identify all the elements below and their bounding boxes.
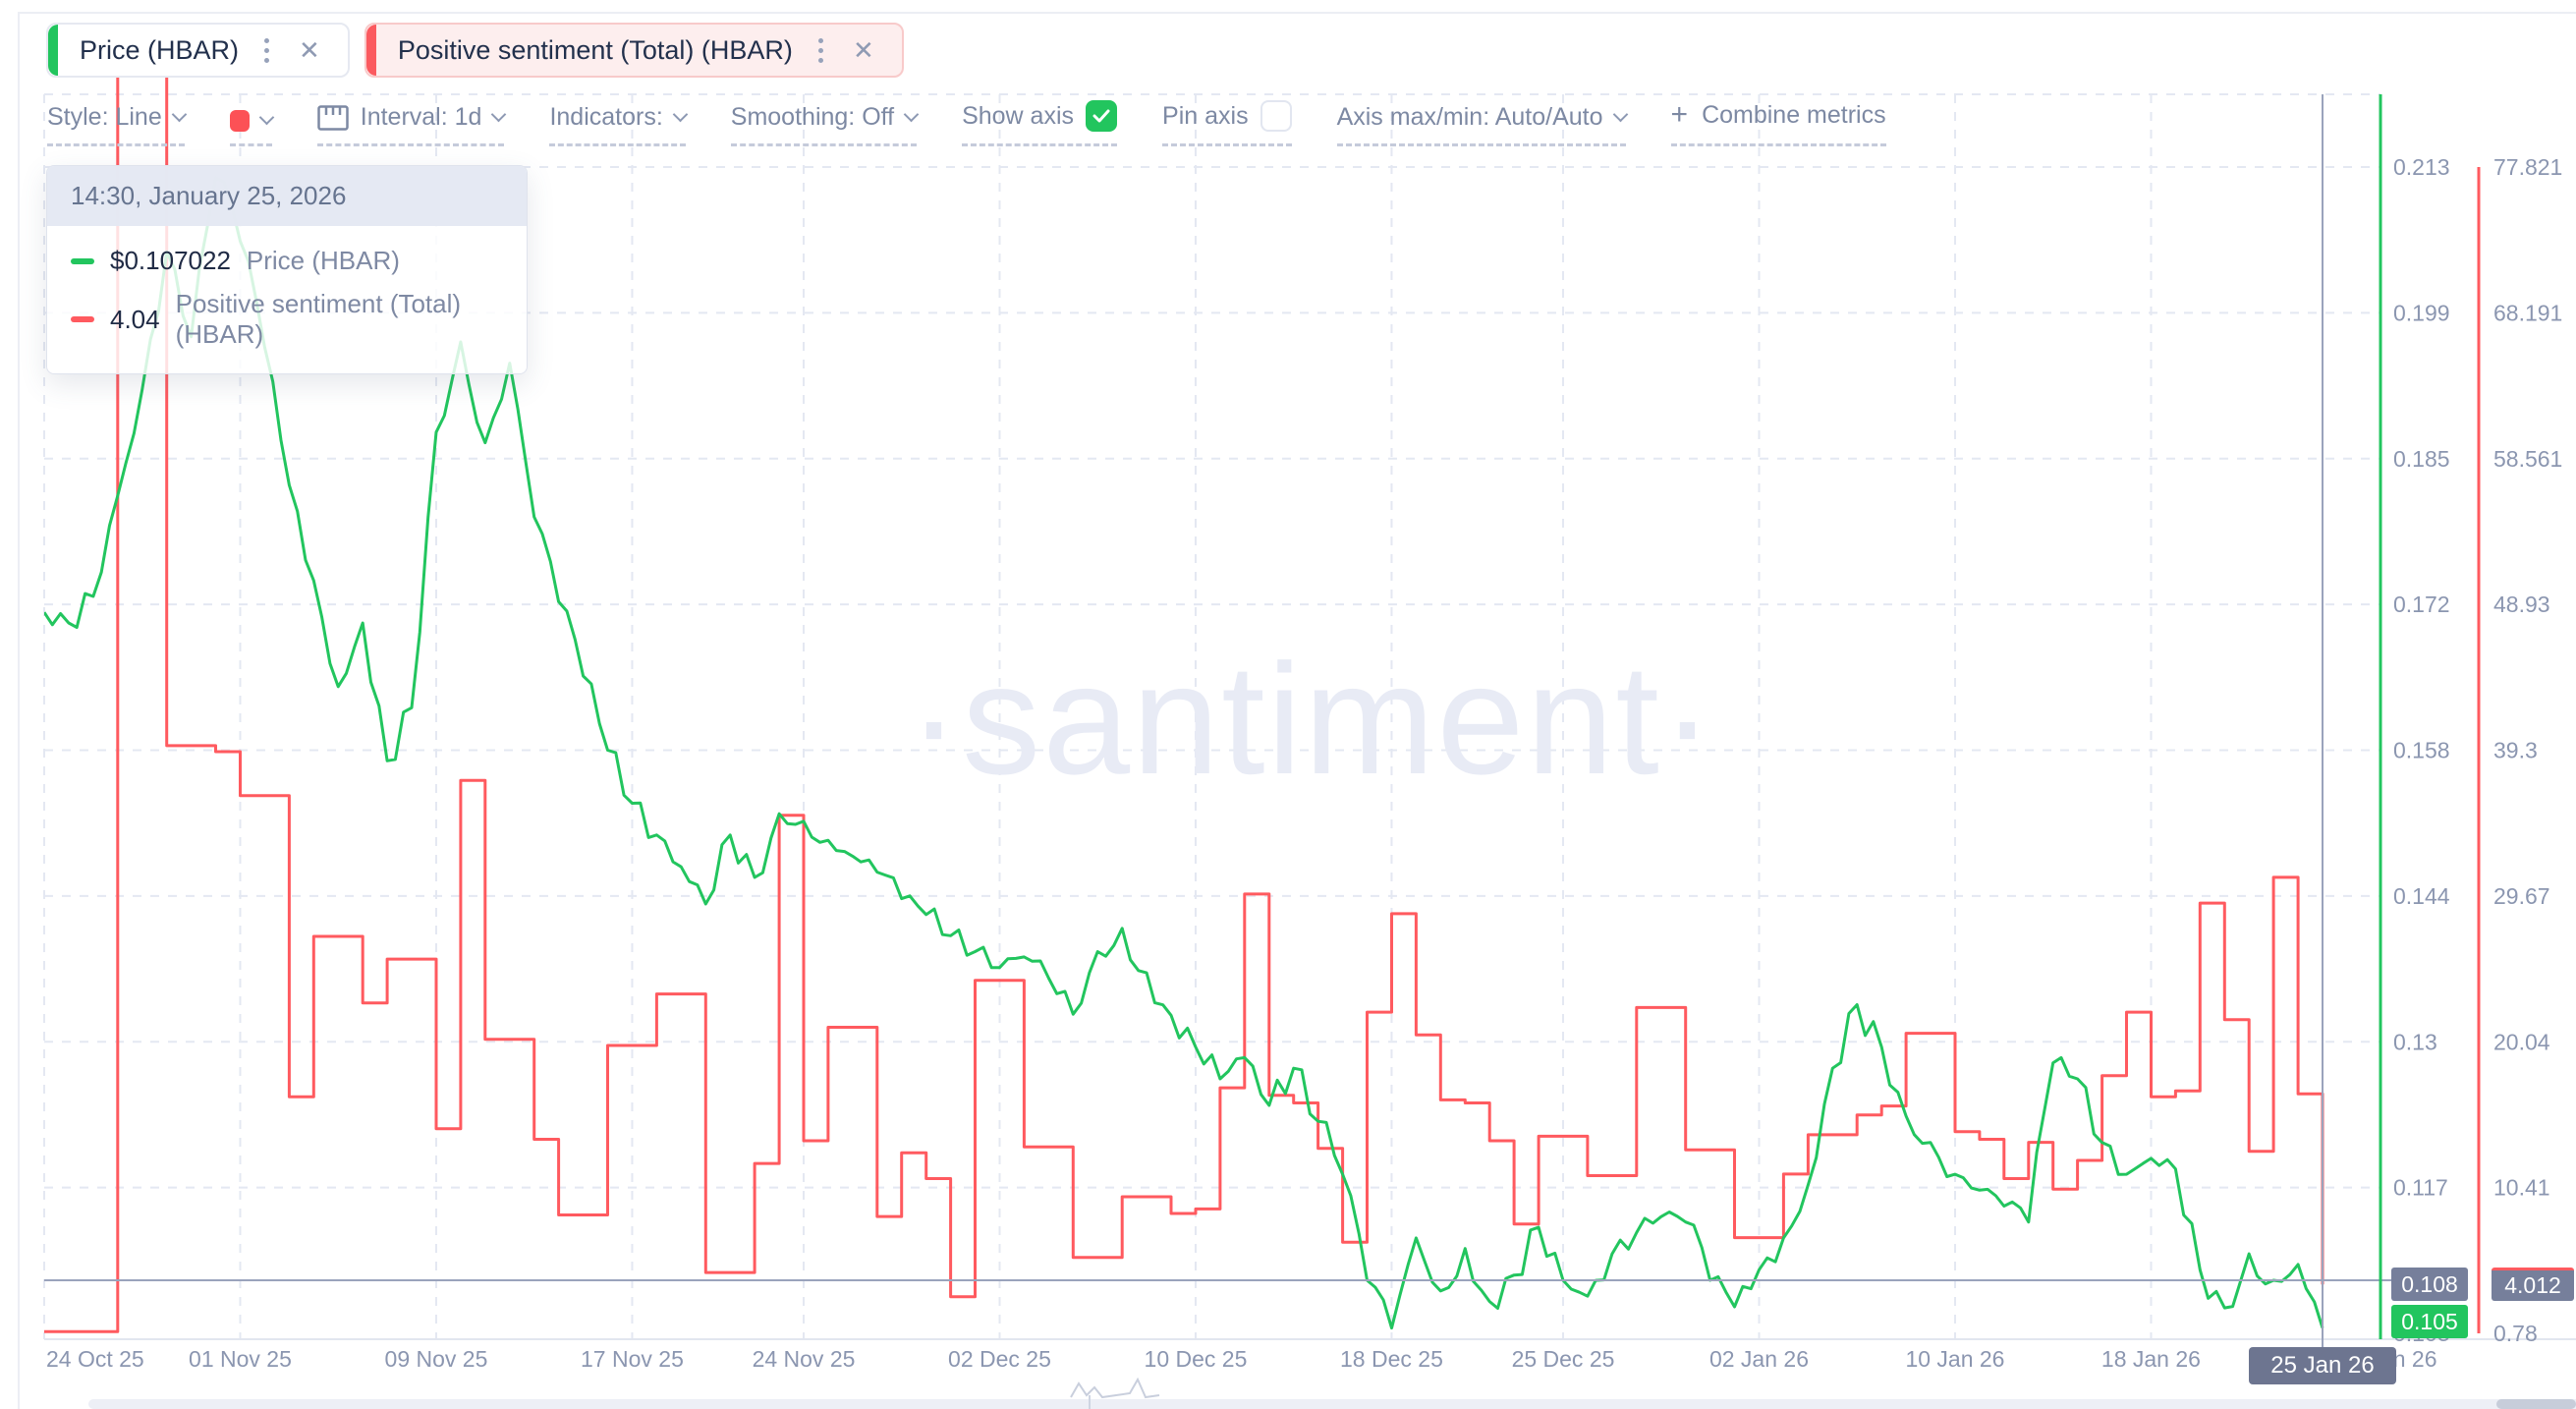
interval-label: Interval: 1d [361, 103, 482, 132]
tab-positive-sentiment-hbar[interactable]: Positive sentiment (Total) (HBAR) ✕ [364, 23, 904, 78]
axis-tick-label: 25 Dec 25 [1512, 1346, 1615, 1372]
pin-axis-checkbox[interactable] [1260, 100, 1292, 132]
axis-tick-label: 0.185 [2393, 446, 2450, 472]
axis-tick-label: 0.172 [2393, 592, 2450, 617]
plus-icon: + [1671, 98, 1689, 132]
combine-metrics-button[interactable]: + Combine metrics [1671, 98, 1886, 146]
tab-sentiment-label: Positive sentiment (Total) (HBAR) [398, 35, 793, 66]
chevron-down-icon [673, 106, 689, 122]
axis-tick-label: 10 Jan 26 [1905, 1346, 2004, 1372]
axis-tick-label: 0.199 [2393, 300, 2450, 325]
crosshair-date-badge: 25 Jan 26 [2249, 1347, 2396, 1384]
axis-tick-label: 01 Nov 25 [189, 1346, 292, 1372]
panel-top-border [18, 12, 2576, 14]
axis-tick-label: 39.3 [2493, 738, 2538, 763]
style-selector[interactable]: Style: Line [47, 103, 185, 146]
axis-maxmin-label: Axis max/min: Auto/Auto [1337, 103, 1603, 132]
axis-tick-label: 0.158 [2393, 738, 2450, 763]
style-label: Style: Line [47, 103, 162, 132]
axis-tick-label: 0.13 [2393, 1029, 2437, 1054]
metric-tabs: Price (HBAR) ✕ Positive sentiment (Total… [46, 23, 904, 78]
show-axis-checkbox[interactable] [1086, 100, 1117, 132]
smoothing-label: Smoothing: Off [731, 103, 894, 132]
tooltip-sentiment-value: 4.04 [110, 305, 160, 335]
close-icon[interactable]: ✕ [295, 35, 324, 66]
axis-tick-label: 10 Dec 25 [1145, 1346, 1248, 1372]
interval-selector[interactable]: Interval: 1d [317, 103, 505, 146]
tooltip-row-sentiment: 4.04 Positive sentiment (Total) (HBAR) [71, 289, 503, 350]
price-crosshair-badge: 0.108 [2391, 1268, 2468, 1301]
axis-tick-label: 0.213 [2393, 154, 2450, 180]
axis-tick-label: 77.821 [2493, 154, 2562, 180]
close-icon[interactable]: ✕ [849, 35, 878, 66]
sentiment-series-marker [71, 316, 94, 322]
chevron-down-icon [171, 106, 187, 122]
combine-metrics-label: Combine metrics [1702, 101, 1886, 130]
tab-price-label: Price (HBAR) [80, 35, 239, 66]
scrollbar-preview-sparkline [1071, 1380, 1159, 1397]
kebab-menu-icon[interactable] [258, 34, 275, 67]
pin-axis-label: Pin axis [1162, 102, 1249, 131]
chevron-down-icon [904, 106, 920, 122]
tab-price-hbar[interactable]: Price (HBAR) ✕ [46, 23, 350, 78]
axis-tick-label: 17 Nov 25 [581, 1346, 684, 1372]
axis-tick-label: 58.561 [2493, 446, 2562, 472]
axis-tick-label: 24 Nov 25 [753, 1346, 856, 1372]
price-accent-bar [48, 25, 58, 76]
axis-tick-label: 0.117 [2393, 1175, 2448, 1201]
tooltip-row-price: $0.107022 Price (HBAR) [71, 246, 503, 276]
sentiment-accent-bar [366, 25, 376, 76]
show-axis-toggle[interactable]: Show axis [962, 100, 1117, 146]
panel-left-border [18, 12, 20, 1409]
axis-maxmin-selector[interactable]: Axis max/min: Auto/Auto [1337, 103, 1626, 146]
axis-tick-label: 02 Dec 25 [948, 1346, 1051, 1372]
indicators-label: Indicators: [549, 103, 662, 132]
tooltip-price-value: $0.107022 [110, 246, 231, 276]
axis-tick-label: 29.67 [2493, 883, 2550, 909]
color-selector[interactable] [230, 110, 272, 146]
sentiment-crosshair-badge: 4.012 [2492, 1268, 2574, 1301]
tooltip-body: $0.107022 Price (HBAR) 4.04 Positive sen… [47, 226, 527, 373]
chevron-down-icon [491, 106, 507, 122]
axis-tick-label: 0.78 [2493, 1321, 2538, 1346]
show-axis-label: Show axis [962, 102, 1074, 131]
smoothing-selector[interactable]: Smoothing: Off [731, 103, 917, 146]
horizontal-scrollbar[interactable] [88, 1399, 2576, 1409]
chart-tooltip: 14:30, January 25, 2026 $0.107022 Price … [46, 165, 528, 374]
scrollbar-thumb[interactable] [2496, 1399, 2576, 1409]
axis-tick-label: 0.144 [2393, 883, 2450, 909]
chevron-down-icon [258, 110, 274, 126]
axis-tick-label: 18 Dec 25 [1340, 1346, 1443, 1372]
price-last-value-badge: 0.105 [2391, 1305, 2468, 1338]
indicators-selector[interactable]: Indicators: [549, 103, 685, 146]
axis-tick-label: 10.41 [2493, 1175, 2550, 1201]
axis-tick-label: 20.04 [2493, 1029, 2550, 1054]
axis-tick-label: 02 Jan 26 [1709, 1346, 1809, 1372]
color-swatch [230, 110, 250, 132]
ruler-icon [317, 105, 349, 131]
kebab-menu-icon[interactable] [812, 34, 829, 67]
scrollbar-divider [1089, 1395, 1091, 1409]
pin-axis-toggle[interactable]: Pin axis [1162, 100, 1292, 146]
tooltip-timestamp: 14:30, January 25, 2026 [47, 166, 527, 226]
axis-tick-label: 24 Oct 25 [46, 1346, 144, 1372]
axis-tick-label: 68.191 [2493, 300, 2562, 325]
axis-tick-label: 18 Jan 26 [2101, 1346, 2201, 1372]
check-icon [1092, 109, 1110, 123]
axis-tick-label: 48.93 [2493, 592, 2550, 617]
tooltip-price-label: Price (HBAR) [247, 246, 400, 276]
tooltip-sentiment-label: Positive sentiment (Total) (HBAR) [176, 289, 503, 350]
price-series-marker [71, 258, 94, 264]
chart-toolbar: Style: Line Interval: 1d Indicators: Smo… [47, 98, 1886, 146]
axis-tick-label: 09 Nov 25 [385, 1346, 488, 1372]
chevron-down-icon [1612, 106, 1628, 122]
